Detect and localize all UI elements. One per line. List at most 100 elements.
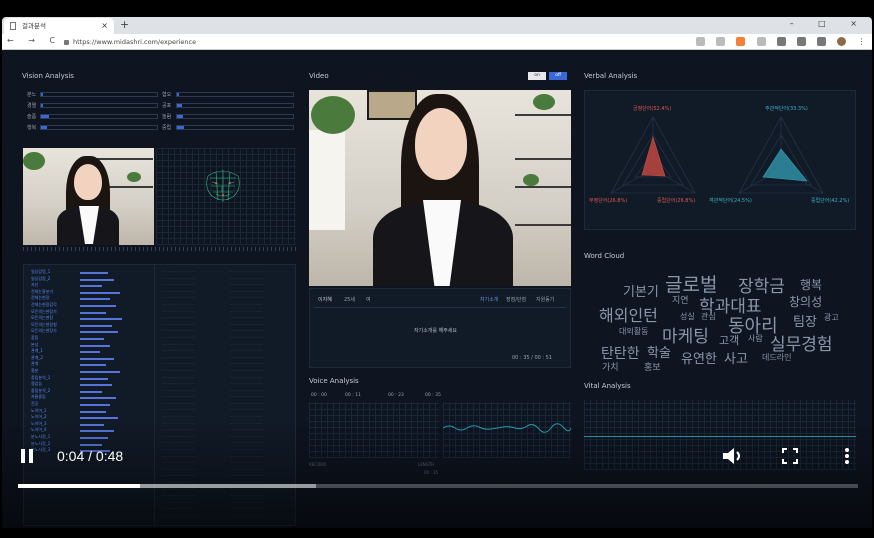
competency-label: 자신 — [31, 282, 39, 288]
url-text: https://www.midashri.com/experience — [73, 38, 197, 46]
close-tab-icon[interactable]: × — [101, 18, 108, 34]
radar-right-top-label: 주관적단어(33.3%) — [765, 106, 808, 112]
plant — [23, 152, 45, 170]
applicant-name: 이지혜 — [318, 297, 332, 303]
word-cloud-word: 기본기 — [623, 285, 659, 300]
word-cloud-word: 학술 — [647, 346, 671, 361]
competency-bar — [80, 278, 114, 281]
menu-icon[interactable]: ⋮ — [857, 37, 866, 46]
face-mesh-panel — [156, 148, 296, 245]
plant — [523, 174, 539, 186]
word-cloud-word: 대외활동 — [619, 327, 649, 336]
competency-bar — [80, 351, 100, 354]
tab-motivation[interactable]: 지원동기 — [536, 296, 554, 303]
screen: 걸과분석 × + – □ × ← → C https://www.midashr… — [0, 0, 874, 538]
divider — [314, 307, 566, 308]
competency-label: 자율중립 — [31, 394, 46, 400]
address-bar[interactable]: https://www.midashri.com/experience — [64, 36, 196, 48]
emotion-bar-fill — [41, 115, 50, 118]
browser-tab[interactable]: 걸과분석 × — [4, 18, 114, 34]
word-cloud-word: 홍보 — [644, 363, 661, 373]
competency-bar — [80, 390, 102, 393]
radar-left-top-label: 긍정단어(52.4%) — [633, 106, 672, 112]
extension-icon[interactable] — [816, 37, 826, 46]
plant — [311, 96, 355, 134]
time-display: 0:04 / 0:48 — [57, 448, 124, 464]
new-tab-button[interactable]: + — [120, 18, 129, 31]
word-cloud-word: 가치 — [602, 363, 619, 373]
extension-icon[interactable] — [776, 37, 786, 46]
extension-icon[interactable] — [756, 37, 766, 46]
wall-frame — [367, 90, 417, 120]
competency-bar — [80, 285, 102, 288]
player-shade — [2, 420, 872, 528]
competency-label: 흥분 — [31, 368, 39, 373]
emotion-bar — [40, 92, 158, 97]
radar-right-right-label: 중립단어(42.2%) — [811, 198, 850, 204]
plant — [533, 94, 555, 110]
competency-bar — [80, 384, 112, 387]
emotion-bar — [176, 92, 294, 97]
competency-bar — [80, 305, 116, 307]
competency-bar — [80, 324, 112, 327]
word-cloud-word: 데드라인 — [762, 353, 792, 362]
word-cloud-word: 관심 — [701, 312, 716, 321]
extension-icon[interactable] — [736, 37, 746, 46]
competency-bar — [80, 404, 110, 406]
emotion-bar-fill — [177, 115, 183, 118]
vision-title: Vision Analysis — [22, 72, 74, 80]
face — [74, 164, 102, 200]
radar-left-shape — [641, 135, 666, 177]
word-cloud-word: 성실 — [680, 312, 695, 321]
word-cloud-word: 사고 — [724, 352, 748, 367]
radar-right-left-label: 객관적단어(24.5%) — [709, 198, 752, 204]
extension-icon[interactable] — [796, 37, 806, 46]
verbal-radars — [610, 116, 824, 194]
radar-left-right-label: 중립단어(26.8%) — [657, 198, 696, 204]
emotion-bar-fill — [41, 93, 44, 96]
emotion-label: 놀람 — [162, 114, 172, 120]
competency-bar — [80, 417, 118, 420]
extension-icon[interactable] — [696, 37, 706, 46]
verbal-title: Verbal Analysis — [584, 72, 638, 80]
question-timer: 00 : 35 / 00 : 51 — [512, 355, 553, 361]
volume-icon[interactable] — [722, 447, 744, 465]
fullscreen-icon[interactable] — [782, 448, 798, 464]
timeline-ticks — [23, 247, 296, 251]
voice-time-label: 00 : 35 — [425, 393, 441, 398]
vital-title: Vital Analysis — [584, 382, 631, 390]
word-cloud-word: 창의성 — [789, 295, 823, 309]
star-icon[interactable] — [716, 37, 726, 46]
competency-bar — [80, 318, 122, 321]
competency-label: 모든의는현장 — [31, 315, 54, 321]
more-options-icon[interactable] — [843, 447, 851, 465]
competency-bar — [80, 371, 120, 373]
word-cloud-word: 지연 — [672, 296, 689, 306]
played-bar — [18, 484, 140, 488]
toggle-off-button[interactable]: off — [549, 72, 567, 80]
competency-bar — [80, 410, 106, 413]
competency-label: 협업능 — [31, 381, 43, 387]
word-cloud-word: 광고 — [824, 313, 839, 322]
competency-bar — [80, 291, 120, 294]
browser-tabbar: 걸과분석 × + – □ × — [2, 17, 872, 34]
toggle-on-button[interactable]: on — [528, 72, 546, 80]
tab-strengths[interactable]: 장점/단점 — [506, 296, 526, 303]
competency-label: 관계_1 — [31, 348, 43, 354]
profile-avatar[interactable] — [836, 37, 846, 46]
tab-self-intro[interactable]: 자기소개 — [480, 296, 498, 303]
interview-video — [309, 90, 571, 286]
emotion-label: 분노 — [27, 92, 37, 98]
face-mesh — [206, 170, 240, 202]
nav-buttons[interactable]: ← → C — [7, 36, 61, 45]
voice-time-label: 00 : 23 — [388, 393, 404, 398]
competency-bar — [80, 331, 118, 334]
competency-bar — [80, 344, 110, 347]
emotion-label: 공포 — [162, 103, 172, 109]
competency-bar — [80, 357, 114, 360]
pause-button[interactable] — [20, 448, 34, 464]
word-cloud-word: 사람 — [748, 334, 763, 343]
window-controls[interactable]: – □ × — [790, 19, 868, 28]
video-progress-bar[interactable] — [18, 484, 858, 488]
video-title: Video — [309, 72, 329, 80]
